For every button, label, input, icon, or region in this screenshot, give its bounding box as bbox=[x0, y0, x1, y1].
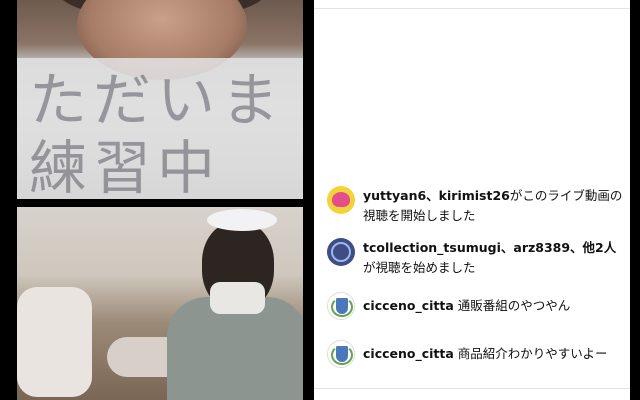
guest-video-tile[interactable] bbox=[17, 207, 303, 400]
sign-handwriting: ただいま 練習中 bbox=[29, 66, 286, 199]
comment-text: が視聴を始めました bbox=[363, 260, 476, 275]
ring-avatar-icon[interactable] bbox=[327, 238, 355, 266]
crest-avatar-icon[interactable] bbox=[327, 292, 355, 320]
comment-body: tcollection_tsumugi、arz8389、他2人が視聴を始めました bbox=[363, 238, 623, 278]
guest-mask bbox=[210, 282, 265, 314]
heart-avatar-icon[interactable] bbox=[327, 186, 355, 214]
guest-hair-bow bbox=[207, 209, 277, 231]
screen-edge bbox=[630, 0, 640, 400]
live-comments-panel: yuttyan6、kirimist26がこのライブ動画の視聴を開始しました tc… bbox=[314, 0, 630, 400]
comment-body: cicceno_citta 通販番組のやつやん bbox=[363, 296, 623, 316]
comment-item: cicceno_citta 通販番組のやつやん bbox=[327, 292, 623, 320]
comment-text: 商品紹介わかりやすいよー bbox=[457, 346, 608, 361]
comment-username[interactable]: yuttyan6、kirimist26 bbox=[363, 188, 510, 203]
divider bbox=[314, 8, 630, 9]
host-video-tile[interactable]: ただいま 練習中 bbox=[17, 0, 303, 199]
crest-avatar-icon[interactable] bbox=[327, 340, 355, 368]
comment-body: cicceno_citta 商品紹介わかりやすいよー bbox=[363, 344, 623, 364]
comment-item: tcollection_tsumugi、arz8389、他2人が視聴を始めました bbox=[327, 238, 623, 278]
live-video-area: ただいま 練習中 bbox=[0, 0, 314, 400]
comment-item: cicceno_citta 商品紹介わかりやすいよー bbox=[327, 340, 623, 368]
comment-username[interactable]: cicceno_citta bbox=[363, 298, 454, 313]
comment-item: yuttyan6、kirimist26がこのライブ動画の視聴を開始しました bbox=[327, 186, 623, 226]
comment-text: 通販番組のやつやん bbox=[457, 298, 571, 313]
comment-username[interactable]: tcollection_tsumugi、arz8389、他2人 bbox=[363, 240, 616, 255]
comment-username[interactable]: cicceno_citta bbox=[363, 346, 454, 361]
comment-body: yuttyan6、kirimist26がこのライブ動画の視聴を開始しました bbox=[363, 186, 623, 226]
divider bbox=[314, 388, 630, 389]
pillow-left bbox=[17, 287, 92, 397]
